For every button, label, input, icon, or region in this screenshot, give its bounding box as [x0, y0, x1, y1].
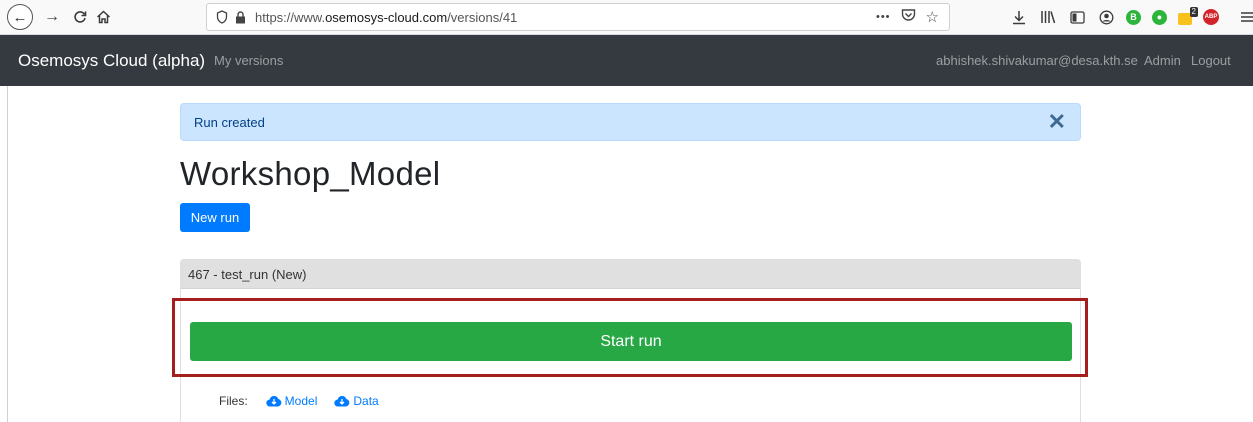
account-icon[interactable]: [1097, 8, 1115, 26]
nav-admin[interactable]: Admin: [1144, 35, 1181, 86]
download-icon[interactable]: [1010, 8, 1028, 26]
bookmark-star-icon[interactable]: ☆: [926, 8, 939, 26]
brand-link[interactable]: Osemosys Cloud (alpha): [18, 35, 205, 86]
files-label: Files:: [219, 394, 248, 408]
home-icon[interactable]: [93, 0, 113, 34]
nav-user-email[interactable]: abhishek.shivakumar@desa.kth.se: [936, 35, 1138, 86]
shield-icon[interactable]: [213, 8, 231, 26]
browser-toolbar: ← → https://www.osemosys-cloud.com/versi…: [0, 0, 1253, 35]
nav-logout[interactable]: Logout: [1191, 35, 1231, 86]
model-download-link[interactable]: Model: [266, 394, 318, 408]
back-icon[interactable]: ←: [7, 4, 33, 30]
reload-icon[interactable]: [70, 0, 90, 34]
extension-green2-icon[interactable]: ●: [1152, 9, 1167, 25]
menu-icon[interactable]: [1238, 8, 1253, 26]
adblock-icon[interactable]: ABP: [1203, 9, 1219, 25]
url-host: osemosys-cloud.com: [325, 9, 448, 25]
nav-my-versions[interactable]: My versions: [214, 35, 283, 86]
navbar: Osemosys Cloud (alpha) My versions abhis…: [0, 35, 1253, 86]
run-card-header: 467 - test_run (New): [181, 260, 1080, 289]
extension-green-icon[interactable]: B: [1126, 9, 1141, 25]
extension-badge-icon[interactable]: 2: [1178, 7, 1198, 25]
cloud-download-icon: [334, 396, 350, 407]
page-title: Workshop_Model: [180, 155, 441, 192]
url-bar[interactable]: https://www.osemosys-cloud.com/versions/…: [206, 3, 950, 31]
page-actions-icon[interactable]: •••: [876, 11, 891, 23]
url-prefix: https://www.: [255, 9, 326, 25]
run-created-alert: Run created ✕: [180, 103, 1081, 141]
forward-icon[interactable]: →: [42, 0, 62, 34]
url-path: /versions/41: [447, 9, 518, 25]
start-run-button[interactable]: Start run: [190, 322, 1072, 361]
left-border: [7, 86, 8, 422]
files-row: Files: Model Data: [219, 394, 379, 408]
close-icon[interactable]: ✕: [1048, 109, 1066, 135]
cloud-download-icon: [266, 396, 282, 407]
sidebar-icon[interactable]: [1068, 8, 1086, 26]
new-run-button[interactable]: New run: [180, 203, 250, 232]
lock-icon[interactable]: [231, 8, 249, 26]
data-link-label: Data: [353, 394, 379, 408]
model-link-label: Model: [284, 394, 318, 408]
library-icon[interactable]: [1039, 8, 1057, 26]
extension-badge-count: 2: [1189, 7, 1198, 17]
alert-message: Run created: [194, 114, 265, 130]
data-download-link[interactable]: Data: [334, 394, 379, 408]
url-text[interactable]: https://www.osemosys-cloud.com/versions/…: [255, 10, 517, 25]
pocket-icon[interactable]: [901, 8, 916, 26]
